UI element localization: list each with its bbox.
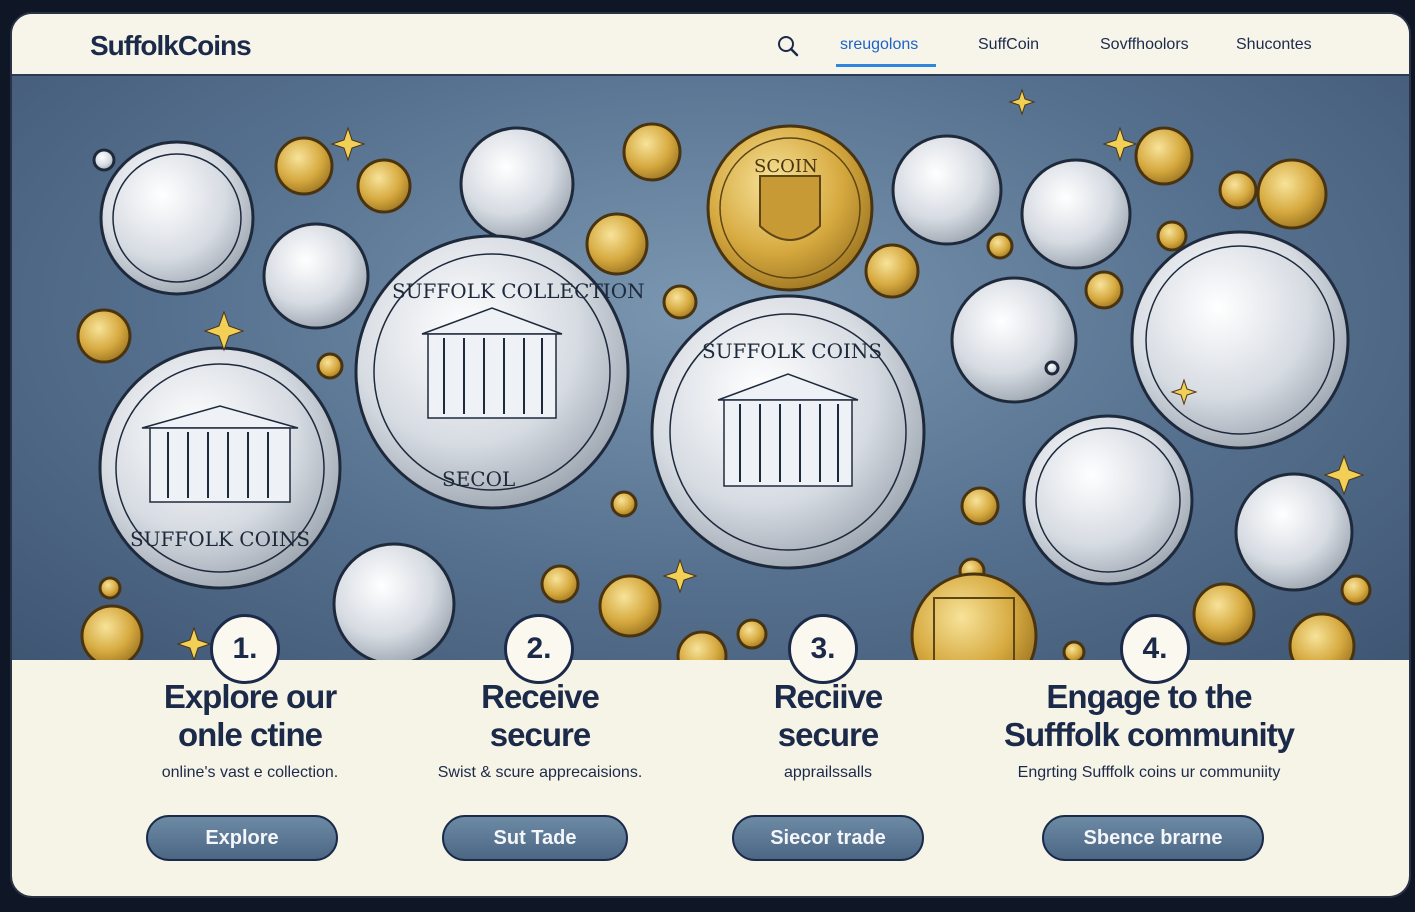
step-1-description: online's vast e collection. (161, 764, 339, 781)
step-1-badge: 1. (210, 614, 280, 684)
active-nav-indicator (836, 64, 936, 67)
search-icon[interactable] (776, 34, 800, 58)
step-1-title-line1: Explore our (163, 678, 337, 715)
step-4-button[interactable]: Sbence brarne (1042, 815, 1264, 861)
step-1: Explore our onle ctine online's vast e c… (100, 678, 400, 782)
coin-center-legend: SUFFOLK COINS (702, 339, 882, 363)
large-temple-coin-center: SUFFOLK COINS (650, 294, 926, 570)
step-3: Reciive secure apprailssalls (678, 678, 978, 782)
step-4-title-line2: Sufffolk community (1003, 716, 1295, 753)
step-3-title-line1: Reciive (773, 678, 884, 715)
nav-item-2[interactable]: SuffCoin (978, 36, 1039, 54)
step-2-title-line1: Receive (481, 678, 600, 715)
coin-illustration: SCOIN SUFFOLK COINS SUFFOLK COLLECTION S… (76, 88, 1372, 660)
explore-button[interactable]: Explore (146, 815, 338, 861)
coin-left-legend: SUFFOLK COINS (130, 527, 310, 551)
step-1-title-line2: onle ctine (177, 716, 323, 753)
top-navigation: SuffolkCoins sreugolons SuffCoin Sovffho… (12, 14, 1409, 76)
coin-mid-bottom-legend: SECOL (442, 467, 515, 491)
nav-item-4[interactable]: Shucontes (1236, 36, 1312, 54)
large-temple-coin-left: SUFFOLK COINS (98, 346, 342, 590)
app-window: SuffolkCoins sreugolons SuffCoin Sovffho… (10, 12, 1411, 898)
step-3-badge: 3. (788, 614, 858, 684)
step-3-button[interactable]: Siecor trade (732, 815, 924, 861)
nav-item-1[interactable]: sreugolons (840, 36, 918, 54)
step-2-title-line2: secure (489, 716, 591, 753)
step-4-title-line1: Engage to the (1046, 678, 1252, 715)
hero-coin-banner: SCOIN SUFFOLK COINS SUFFOLK COLLECTION S… (12, 76, 1409, 660)
site-logo[interactable]: SuffolkCoins (90, 30, 252, 62)
step-2-button[interactable]: Sut Tade (442, 815, 628, 861)
large-temple-coin-mid: SUFFOLK COLLECTION SECOL (354, 234, 645, 510)
step-4-description: Engrting Sufffolk coins ur communiity (1017, 764, 1281, 781)
nav-item-3[interactable]: Sovffhoolors (1100, 36, 1189, 54)
step-2-description: Swist & scure apprecaisions. (437, 764, 643, 781)
step-3-description: apprailssalls (783, 764, 873, 781)
coin-mid-legend: SUFFOLK COLLECTION (392, 279, 645, 303)
gold-coin-legend: SCOIN (754, 156, 818, 177)
step-4: Engage to the Sufffolk community Engrtin… (974, 678, 1324, 782)
step-2-badge: 2. (504, 614, 574, 684)
step-4-badge: 4. (1120, 614, 1190, 684)
step-2: Receive secure Swist & scure apprecaisio… (390, 678, 690, 782)
gold-crest-coin: SCOIN (706, 124, 874, 292)
step-3-title-line2: secure (777, 716, 879, 753)
